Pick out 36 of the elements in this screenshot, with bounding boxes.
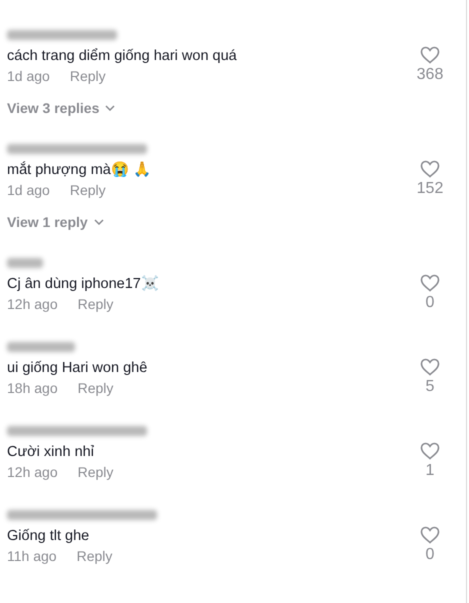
like-count: 152	[416, 179, 444, 199]
like-count: 1	[426, 461, 434, 481]
blurred-username	[7, 342, 75, 352]
comment-text: cách trang diểm giống hari won quá	[7, 47, 238, 66]
comment-time: 12h ago	[7, 295, 58, 314]
blurred-username	[7, 258, 43, 268]
heart-icon[interactable]	[420, 46, 440, 64]
heart-icon[interactable]	[420, 442, 440, 460]
reply-link[interactable]: Reply	[70, 180, 106, 200]
caret-icon	[105, 105, 116, 111]
reply-link[interactable]: Reply	[78, 462, 114, 482]
caret-icon	[94, 219, 104, 225]
view-replies-button[interactable]: View 1 reply	[7, 214, 104, 230]
reply-link[interactable]: Reply	[78, 294, 114, 314]
heart-icon[interactable]	[420, 358, 440, 376]
like-count: 5	[426, 377, 434, 397]
comment-text: ui giống Hari won ghê	[7, 359, 148, 378]
like-count: 368	[416, 65, 444, 85]
comment-text: Cười xinh nhỉ	[7, 443, 95, 462]
reply-link[interactable]: Reply	[78, 378, 114, 398]
comment-time: 1d ago	[7, 67, 50, 86]
heart-icon[interactable]	[420, 160, 440, 178]
comment-time: 11h ago	[7, 547, 57, 566]
comment-time: 1d ago	[7, 181, 50, 200]
comment-text: Giống tlt ghe	[7, 527, 90, 546]
comment-time: 18h ago	[7, 379, 58, 398]
comment-text: mắt phượng mà😭 🙏	[7, 160, 152, 180]
heart-icon[interactable]	[420, 526, 440, 544]
like-count: 0	[426, 545, 434, 565]
reply-link[interactable]: Reply	[76, 546, 112, 566]
comment-text: Cj ân dùng iphone17☠	[7, 274, 160, 294]
heart-icon[interactable]	[420, 274, 440, 292]
view-replies-button[interactable]: View 3 replies	[7, 100, 116, 116]
like-count: 0	[426, 293, 434, 313]
comment-time: 12h ago	[7, 463, 58, 482]
reply-link[interactable]: Reply	[70, 66, 106, 86]
